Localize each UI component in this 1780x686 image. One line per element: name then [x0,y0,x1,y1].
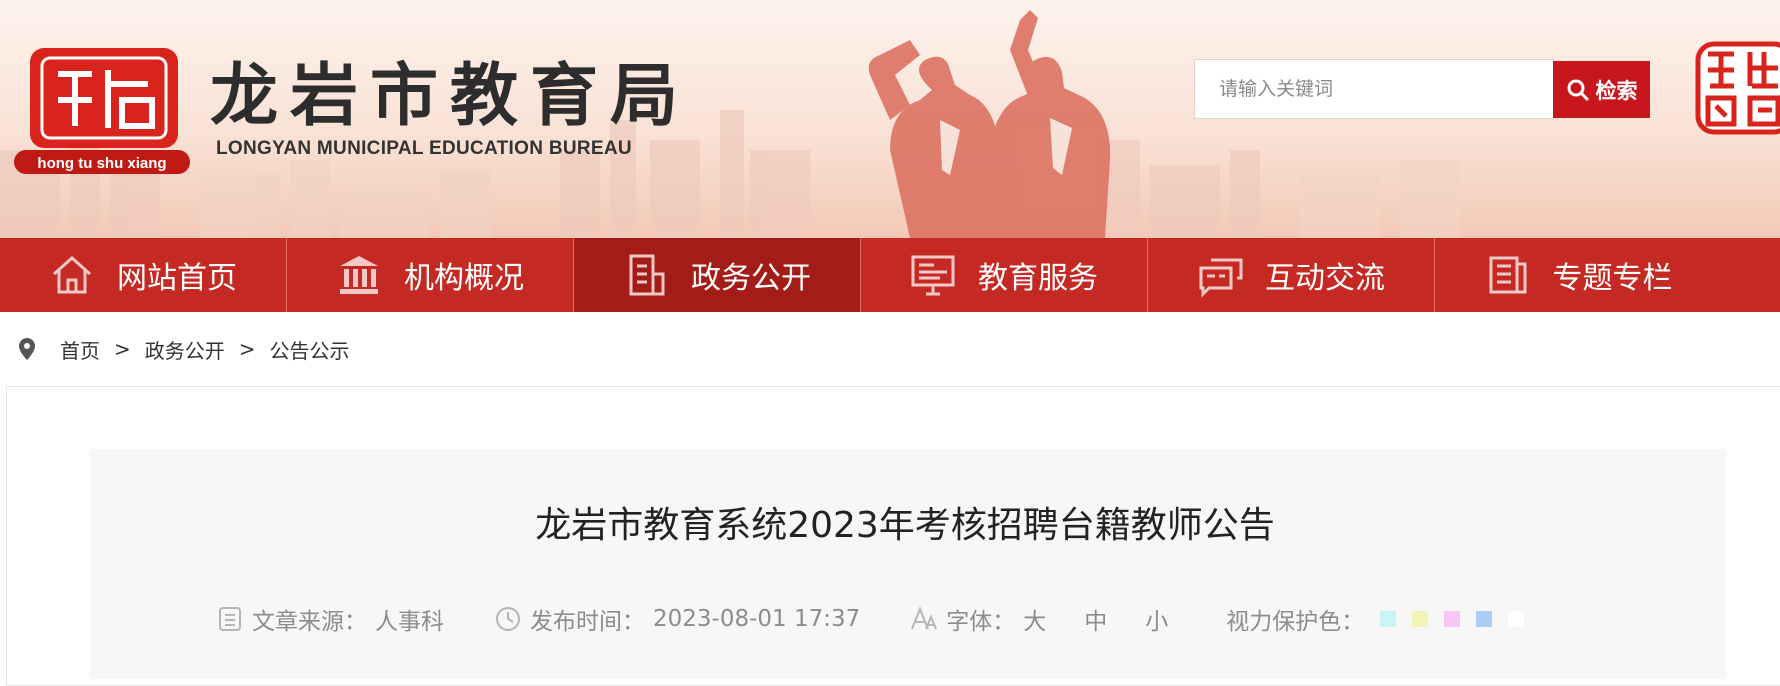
eye-protection-control: 视力保护色： [1226,602,1525,636]
breadcrumb-current[interactable]: 公告公示 [270,335,350,364]
font-label: 字体： [946,609,1016,635]
eye-protection-label: 视力保护色： [1226,609,1365,635]
time-label: 发布时间： [530,609,645,635]
search-box [1194,59,1554,119]
font-size-medium[interactable]: 中 [1084,602,1107,636]
eye-color-swatch[interactable] [1444,611,1461,627]
china-longyan-seal [1695,41,1780,135]
breadcrumb-government-link[interactable]: 政务公开 [145,335,225,364]
nav-item-label: 专题专栏 [1552,261,1673,296]
document-lines-icon [219,607,241,631]
eye-color-swatch[interactable] [1508,611,1525,627]
nav-item-interaction[interactable]: 互动交流 [1148,238,1435,312]
nav-item-government-affairs[interactable]: 政务公开 [574,238,861,312]
source-value: 人事科 [375,609,444,635]
breadcrumb-home-link[interactable]: 首页 [60,335,100,364]
eye-color-swatch[interactable] [1412,611,1429,627]
nav-item-label: 网站首页 [117,261,237,296]
font-size-icon [911,606,938,630]
newspaper-icon [1489,256,1526,294]
nav-item-institution[interactable]: 机构概况 [287,238,574,312]
breadcrumb: 首页 > 政务公开 > 公告公示 [18,334,350,364]
breadcrumb-separator: > [114,337,131,361]
nav-item-special-topics[interactable]: 专题专栏 [1435,238,1722,312]
logo-badge-text: hong tu shu xiang [37,155,166,172]
search-icon [1567,79,1589,101]
nav-item-label: 政务公开 [691,261,811,296]
nav-item-label: 机构概况 [404,261,524,296]
hongtu-logo-emblem: hong tu shu xiang [14,48,190,174]
nav-item-label: 互动交流 [1265,261,1385,296]
nav-item-education-services[interactable]: 教育服务 [861,238,1148,312]
source-label: 文章来源： [252,609,367,635]
main-nav: 网站首页 机构概况 政务公开 教育服务 互动交流 专题专栏 [0,238,1780,312]
clock-icon [496,607,520,631]
site-title: 龙岩市教育局 [210,56,691,136]
article-meta-bar: 文章来源： 人事科 发布时间： 2023-08-01 17:37 字体： 大 中 小… [216,602,1525,636]
search-input[interactable] [1219,78,1539,100]
search-button-label: 检索 [1595,78,1638,103]
article-title: 龙岩市教育系统2023年考核招聘台籍教师公告 [535,505,1275,546]
monitor-icon [911,255,955,296]
nav-item-home[interactable]: 网站首页 [0,238,287,312]
location-pin-icon [19,338,35,360]
search-button[interactable]: 检索 [1553,61,1650,118]
font-size-large[interactable]: 大 [1023,602,1046,636]
site-header: hong tu shu xiang 龙岩市教育局 LONGYAN MUNICIP… [0,0,1780,238]
article-header-panel [90,449,1726,679]
font-size-control: 字体： 大 中 小 [910,602,1168,636]
document-icon [629,254,665,296]
time-value: 2023-08-01 17:37 [653,606,861,632]
article-source: 文章来源： 人事科 [216,602,444,636]
home-icon [53,255,91,294]
pioneers-illustration [868,10,1111,238]
eye-color-swatch[interactable] [1476,611,1493,627]
article-publish-time: 发布时间： 2023-08-01 17:37 [494,602,860,636]
institution-icon [340,256,378,294]
chat-icon [1199,258,1243,298]
font-size-small[interactable]: 小 [1145,602,1168,636]
site-subtitle: LONGYAN MUNICIPAL EDUCATION BUREAU [216,138,632,159]
eye-color-swatch[interactable] [1380,611,1397,627]
breadcrumb-separator: > [238,337,256,361]
nav-item-label: 教育服务 [978,261,1098,296]
